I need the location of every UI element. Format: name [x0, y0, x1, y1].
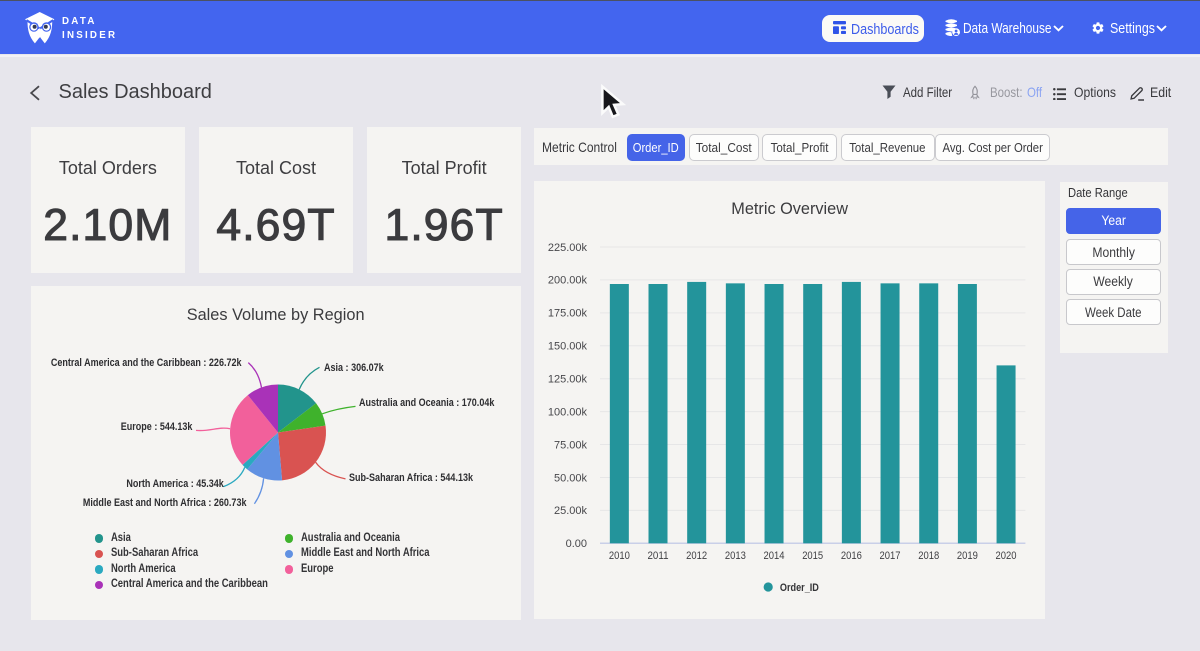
svg-text:2011: 2011: [647, 550, 668, 562]
svg-text:2018: 2018: [918, 550, 939, 562]
svg-text:2020: 2020: [995, 550, 1016, 562]
svg-text:150.00k: 150.00k: [548, 341, 588, 353]
svg-text:25.00k: 25.00k: [554, 505, 588, 517]
svg-text:2013: 2013: [725, 550, 746, 562]
svg-text:2015: 2015: [802, 550, 823, 562]
svg-text:2010: 2010: [609, 550, 630, 562]
svg-text:200.00k: 200.00k: [548, 275, 588, 287]
svg-text:50.00k: 50.00k: [554, 472, 588, 484]
svg-text:225.00k: 225.00k: [548, 242, 588, 254]
svg-text:2019: 2019: [957, 550, 978, 562]
svg-text:0.00: 0.00: [565, 538, 586, 550]
svg-text:2014: 2014: [763, 550, 784, 562]
svg-text:2016: 2016: [841, 550, 862, 562]
svg-text:100.00k: 100.00k: [548, 406, 588, 418]
svg-text:Order_ID: Order_ID: [780, 582, 819, 594]
svg-text:125.00k: 125.00k: [548, 373, 588, 385]
svg-text:2017: 2017: [879, 550, 900, 562]
svg-text:75.00k: 75.00k: [554, 439, 588, 451]
svg-text:2012: 2012: [686, 550, 707, 562]
svg-text:175.00k: 175.00k: [548, 308, 588, 320]
